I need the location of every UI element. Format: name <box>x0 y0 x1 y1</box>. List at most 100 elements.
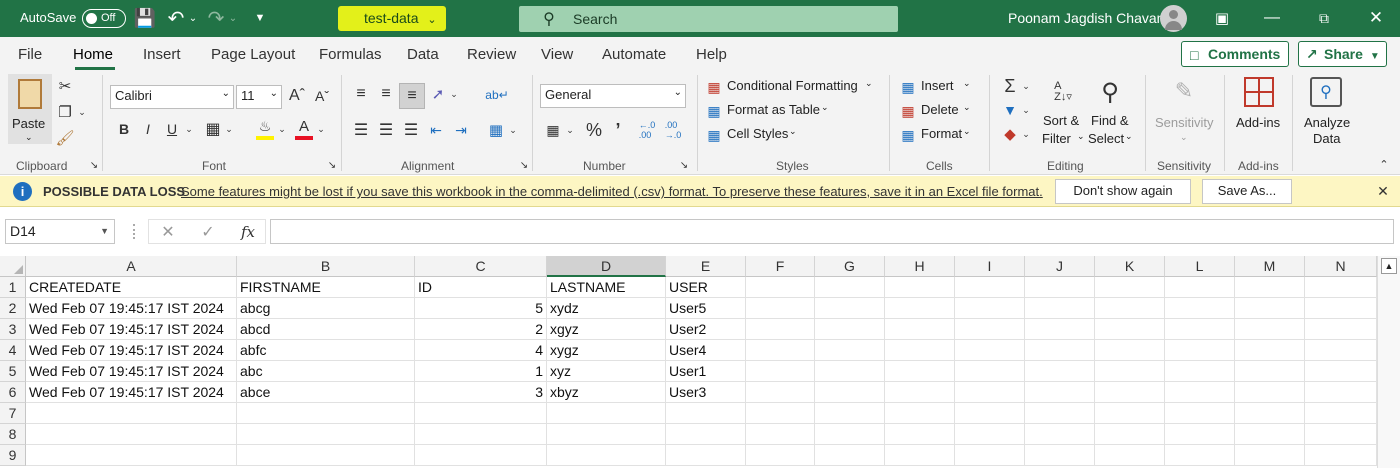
accounting-format-icon[interactable]: ▦ <box>542 119 564 141</box>
cell-i2[interactable] <box>955 298 1025 319</box>
cell-l8[interactable] <box>1165 424 1235 445</box>
font-name-select[interactable]: Calibri ⌄ <box>110 85 234 109</box>
cell-c4[interactable]: 4 <box>415 340 547 361</box>
cell-g5[interactable] <box>815 361 885 382</box>
cell-j3[interactable] <box>1025 319 1095 340</box>
column-header-i[interactable]: I <box>955 256 1025 277</box>
cell-e3[interactable]: User2 <box>666 319 746 340</box>
cell-n5[interactable] <box>1305 361 1377 382</box>
cell-j4[interactable] <box>1025 340 1095 361</box>
decrease-indent-icon[interactable]: ⇤ <box>426 119 446 141</box>
decrease-font-icon[interactable]: Aˇ <box>312 85 332 107</box>
accounting-dropdown-icon[interactable]: ⌄ <box>565 123 575 137</box>
cell-c7[interactable] <box>415 403 547 424</box>
delete-cells-button[interactable]: ▦ Delete ⌄ <box>899 100 979 122</box>
cell-d9[interactable] <box>547 445 666 466</box>
collapse-ribbon-icon[interactable]: ⌃ <box>1376 157 1392 171</box>
search-box[interactable]: ⚲ Search <box>519 6 898 32</box>
row-header-6[interactable]: 6 <box>0 382 26 403</box>
cell-e8[interactable] <box>666 424 746 445</box>
column-header-a[interactable]: A <box>26 256 237 277</box>
sort-filter-button[interactable]: A Z↓▿ Sort & Filter ⌄ <box>1040 75 1086 149</box>
cell-m7[interactable] <box>1235 403 1305 424</box>
cell-g6[interactable] <box>815 382 885 403</box>
cell-m4[interactable] <box>1235 340 1305 361</box>
cell-l2[interactable] <box>1165 298 1235 319</box>
cell-a3[interactable]: Wed Feb 07 19:45:17 IST 2024 <box>26 319 237 340</box>
row-header-3[interactable]: 3 <box>0 319 26 340</box>
cell-d8[interactable] <box>547 424 666 445</box>
cell-h6[interactable] <box>885 382 955 403</box>
cell-n4[interactable] <box>1305 340 1377 361</box>
cell-n7[interactable] <box>1305 403 1377 424</box>
cell-i3[interactable] <box>955 319 1025 340</box>
cell-a7[interactable] <box>26 403 237 424</box>
cell-f5[interactable] <box>746 361 815 382</box>
cell-b3[interactable]: abcd <box>237 319 415 340</box>
cell-c3[interactable]: 2 <box>415 319 547 340</box>
cell-b1[interactable]: FIRSTNAME <box>237 277 415 298</box>
cell-a1[interactable]: CREATEDATE <box>26 277 237 298</box>
ribbon-display-icon[interactable]: ▣ <box>1212 9 1232 27</box>
cell-e6[interactable]: User3 <box>666 382 746 403</box>
cell-n6[interactable] <box>1305 382 1377 403</box>
cell-e9[interactable] <box>666 445 746 466</box>
cell-g3[interactable] <box>815 319 885 340</box>
cell-m9[interactable] <box>1235 445 1305 466</box>
cell-i5[interactable] <box>955 361 1025 382</box>
cell-i9[interactable] <box>955 445 1025 466</box>
name-box[interactable]: D14 ▼ <box>5 219 115 244</box>
cell-n1[interactable] <box>1305 277 1377 298</box>
cell-e5[interactable]: User1 <box>666 361 746 382</box>
enter-icon[interactable]: ✓ <box>199 222 217 242</box>
sensitivity-button[interactable]: ✎ Sensitivity ⌄ <box>1151 75 1217 149</box>
cell-f6[interactable] <box>746 382 815 403</box>
cell-a4[interactable]: Wed Feb 07 19:45:17 IST 2024 <box>26 340 237 361</box>
column-header-n[interactable]: N <box>1305 256 1377 277</box>
cell-h7[interactable] <box>885 403 955 424</box>
cell-j5[interactable] <box>1025 361 1095 382</box>
cell-e2[interactable]: User5 <box>666 298 746 319</box>
row-header-9[interactable]: 9 <box>0 445 26 466</box>
cell-b4[interactable]: abfc <box>237 340 415 361</box>
borders-icon[interactable]: ▦ <box>204 119 222 139</box>
copy-dropdown-icon[interactable]: ⌄ <box>77 105 87 119</box>
fill-icon[interactable]: ▼ <box>1000 99 1020 121</box>
column-header-f[interactable]: F <box>746 256 815 277</box>
column-header-k[interactable]: K <box>1095 256 1165 277</box>
row-header-2[interactable]: 2 <box>0 298 26 319</box>
cell-e4[interactable]: User4 <box>666 340 746 361</box>
cell-n3[interactable] <box>1305 319 1377 340</box>
wrap-text-icon[interactable]: ab↵ <box>485 83 508 107</box>
cell-f7[interactable] <box>746 403 815 424</box>
column-header-j[interactable]: J <box>1025 256 1095 277</box>
align-middle-icon[interactable]: ≡ <box>376 83 396 105</box>
borders-dropdown-icon[interactable]: ⌄ <box>224 121 234 137</box>
redo-dropdown-icon[interactable]: ⌄ <box>228 9 238 27</box>
vertical-scrollbar[interactable]: ▲ <box>1377 256 1400 468</box>
cell-g8[interactable] <box>815 424 885 445</box>
insert-cells-button[interactable]: ▦ Insert ⌄ <box>899 76 979 98</box>
cell-d2[interactable]: xydz <box>547 298 666 319</box>
comma-style-icon[interactable]: ’ <box>610 119 626 141</box>
column-header-l[interactable]: L <box>1165 256 1235 277</box>
cell-j2[interactable] <box>1025 298 1095 319</box>
avatar[interactable] <box>1160 5 1187 32</box>
column-header-c[interactable]: C <box>415 256 547 277</box>
comments-button[interactable]: □ Comments <box>1181 41 1289 67</box>
cell-l7[interactable] <box>1165 403 1235 424</box>
align-center-icon[interactable]: ☰ <box>376 119 396 141</box>
cell-j7[interactable] <box>1025 403 1095 424</box>
cell-m5[interactable] <box>1235 361 1305 382</box>
format-as-table-button[interactable]: ▦ Format as Table ⌄ <box>705 100 835 122</box>
cell-l9[interactable] <box>1165 445 1235 466</box>
cell-g2[interactable] <box>815 298 885 319</box>
insert-function-icon[interactable]: fx <box>237 222 259 242</box>
cell-c9[interactable] <box>415 445 547 466</box>
cell-m6[interactable] <box>1235 382 1305 403</box>
row-header-8[interactable]: 8 <box>0 424 26 445</box>
cell-j1[interactable] <box>1025 277 1095 298</box>
fill-color-dropdown-icon[interactable]: ⌄ <box>277 121 287 137</box>
cell-k7[interactable] <box>1095 403 1165 424</box>
cell-i6[interactable] <box>955 382 1025 403</box>
